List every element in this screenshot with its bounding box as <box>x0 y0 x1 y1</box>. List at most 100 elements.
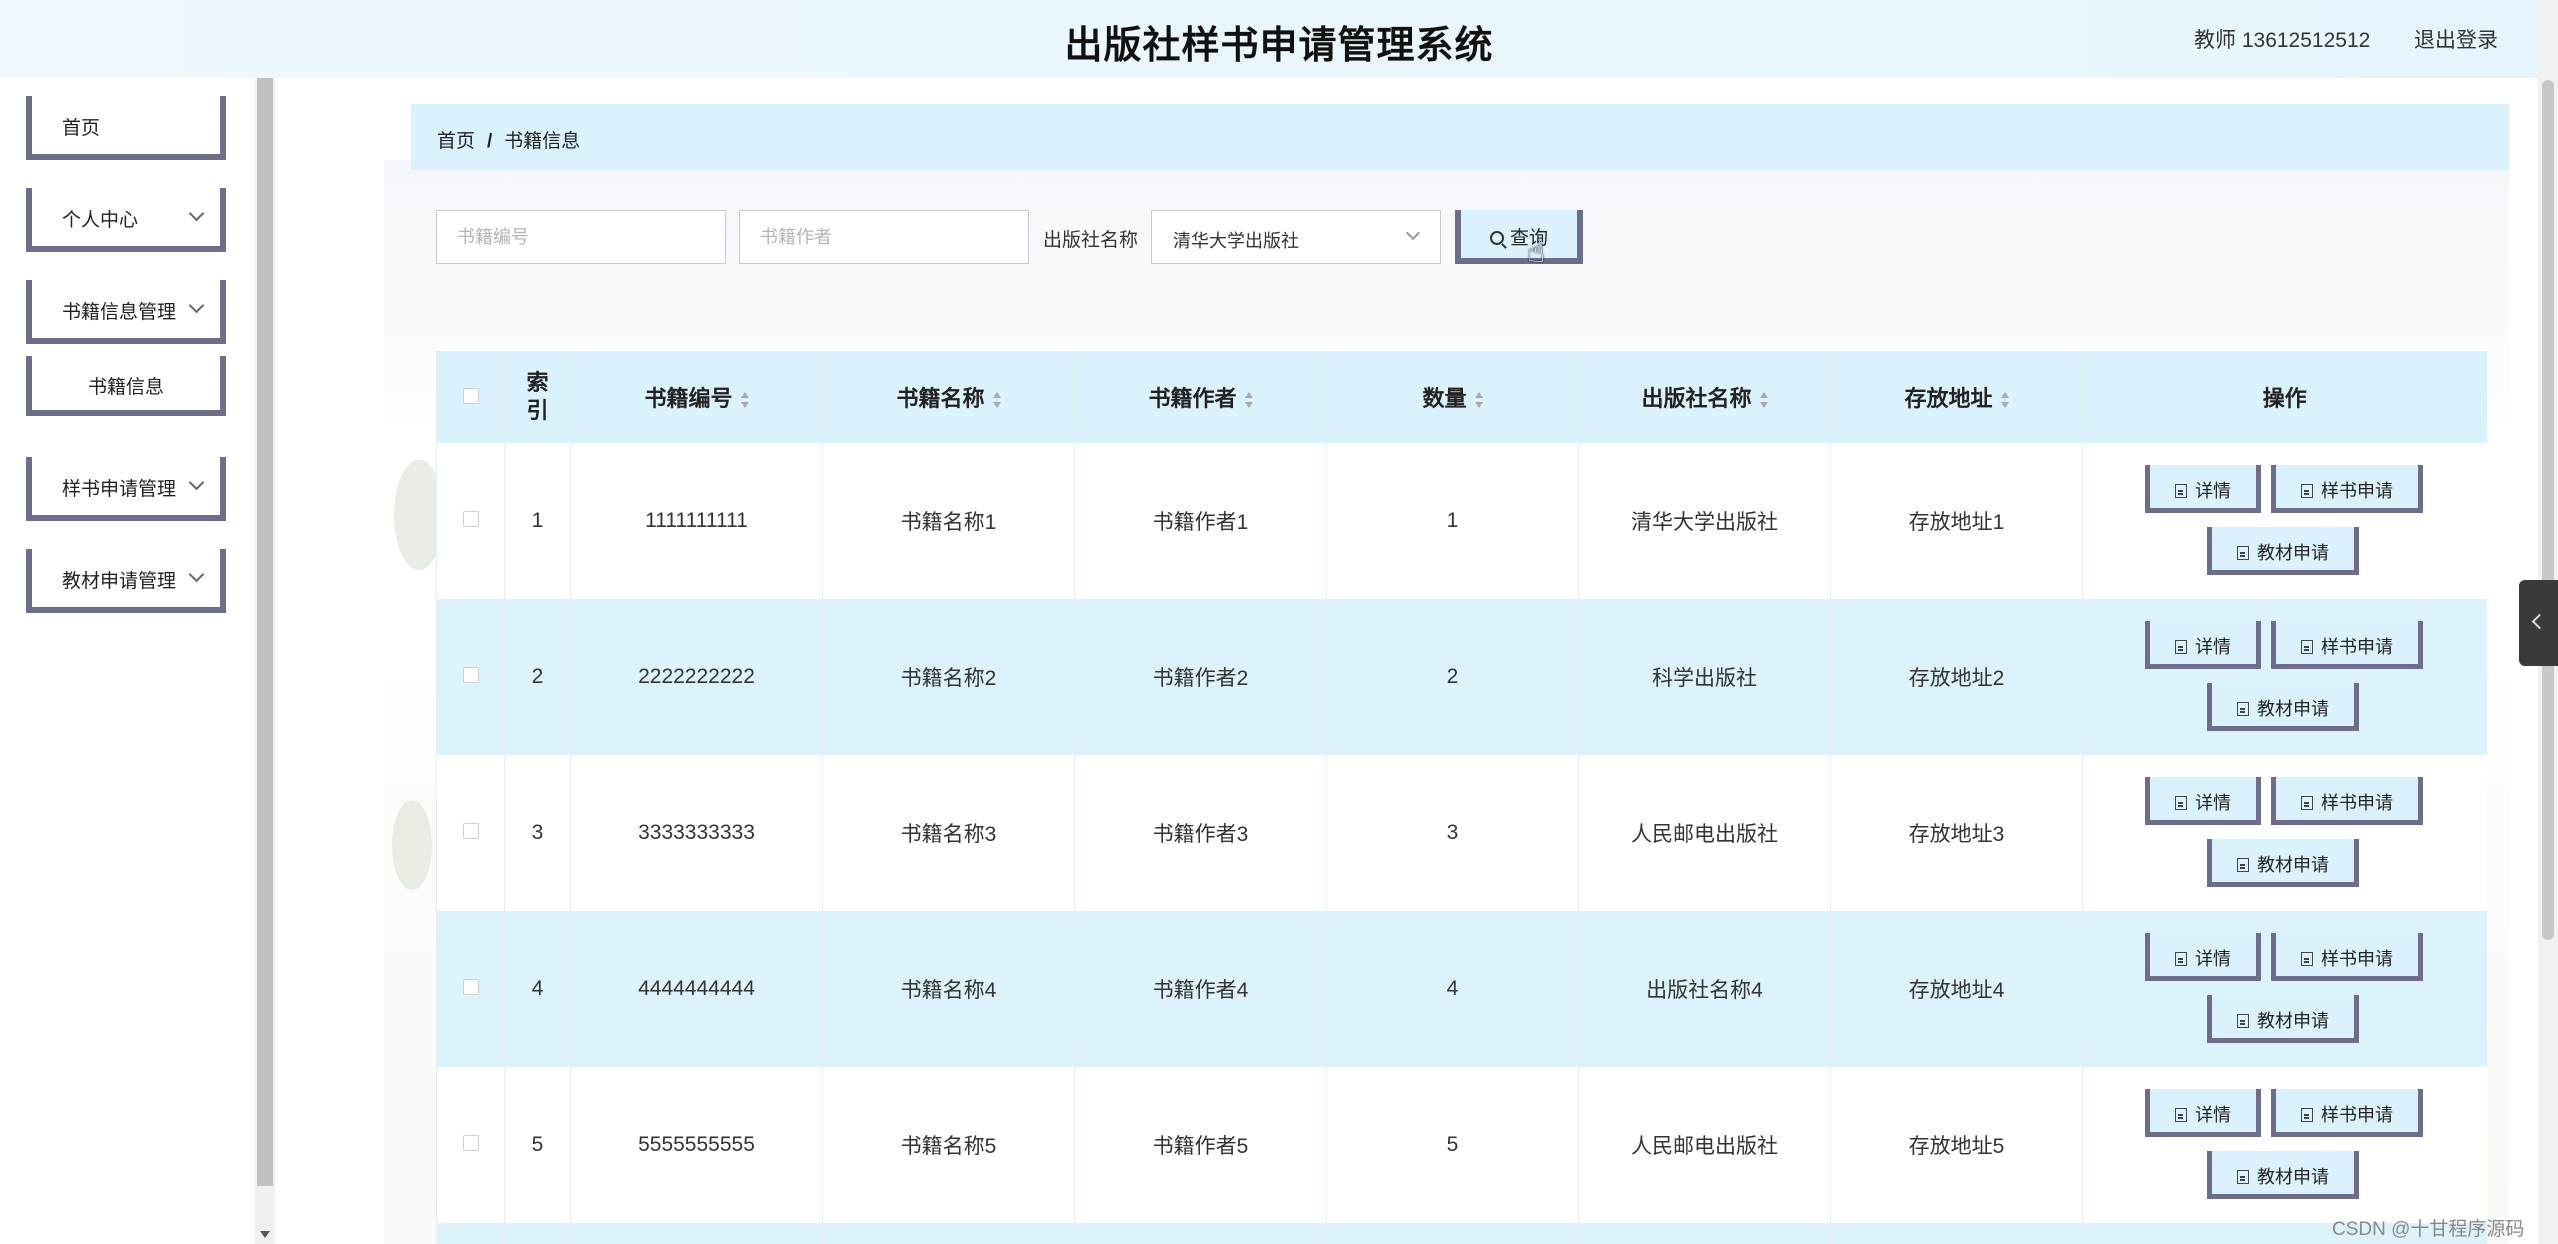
textbook-apply-button[interactable]: 教材申请 <box>2207 995 2359 1043</box>
row-checkbox[interactable] <box>462 667 479 683</box>
sample-apply-button[interactable]: 样书申请 <box>2271 933 2423 981</box>
sort-icon[interactable] <box>2000 392 2009 409</box>
textbook-apply-button-label: 教材申请 <box>2257 1167 2329 1187</box>
chevron-down-icon <box>188 474 205 491</box>
book-code-input[interactable] <box>436 210 726 264</box>
cell-location: 存放地址2 <box>1830 599 2083 755</box>
table-row: 1 1111111111 书籍名称1 书籍作者1 1 清华大学出版社 存放地址1… <box>436 443 2487 599</box>
header-code[interactable]: 书籍编号 <box>570 351 823 443</box>
sort-icon[interactable] <box>740 392 749 409</box>
sidebar-item-label: 教材申请管理 <box>62 571 177 592</box>
header-publisher[interactable]: 出版社名称 <box>1578 351 1831 443</box>
sidebar-scrollbar[interactable] <box>255 78 275 1244</box>
document-icon <box>2301 484 2313 498</box>
document-icon <box>2301 952 2313 966</box>
sort-icon[interactable] <box>992 392 1001 409</box>
detail-button[interactable]: 详情 <box>2145 933 2261 981</box>
top-header: 出版社样书申请管理系统 教师 13612512512 退出登录 <box>0 0 2558 78</box>
cut-cell <box>570 1223 823 1244</box>
row-checkbox[interactable] <box>462 511 479 527</box>
select-all-checkbox[interactable] <box>462 388 479 404</box>
chevron-down-icon <box>188 205 205 222</box>
header-location[interactable]: 存放地址 <box>1830 351 2083 443</box>
cell-code: 3333333333 <box>570 755 823 911</box>
sidebar-item-label: 书籍信息管理 <box>62 302 177 323</box>
row-checkbox[interactable] <box>462 1135 479 1151</box>
row-select-cell <box>436 1067 505 1223</box>
document-icon <box>2175 640 2187 654</box>
cut-cell <box>1326 1223 1579 1244</box>
row-select-cell <box>436 599 505 755</box>
header-name[interactable]: 书籍名称 <box>822 351 1075 443</box>
header-qty-label: 数量 <box>1422 386 1467 411</box>
cell-index: 3 <box>504 755 571 911</box>
sidebar-item-sample-application[interactable]: 样书申请管理 <box>26 457 226 521</box>
current-user: 教师 13612512512 <box>2194 29 2371 52</box>
document-icon <box>2301 1108 2313 1122</box>
cell-index: 2 <box>504 599 571 755</box>
textbook-apply-button[interactable]: 教材申请 <box>2207 839 2359 887</box>
cell-ops: 详情 样书申请 教材申请 <box>2082 443 2487 599</box>
header-author[interactable]: 书籍作者 <box>1074 351 1327 443</box>
sidebar-item-textbook-application[interactable]: 教材申请管理 <box>26 549 226 613</box>
chevron-left-icon <box>2531 613 2548 630</box>
textbook-apply-button[interactable]: 教材申请 <box>2207 527 2359 575</box>
sample-apply-button[interactable]: 样书申请 <box>2271 1089 2423 1137</box>
cell-publisher: 清华大学出版社 <box>1578 443 1831 599</box>
sample-apply-button[interactable]: 样书申请 <box>2271 777 2423 825</box>
sidebar-subitem-book-info[interactable]: 书籍信息 <box>26 356 226 416</box>
header-ops: 操作 <box>2082 351 2487 443</box>
page-scroll-thumb[interactable] <box>2542 80 2554 940</box>
sidebar-item-label: 首页 <box>62 118 101 139</box>
sort-icon[interactable] <box>1759 392 1768 409</box>
logout-link[interactable]: 退出登录 <box>2414 24 2498 54</box>
textbook-apply-button[interactable]: 教材申请 <box>2207 1151 2359 1199</box>
cell-code: 1111111111 <box>570 443 823 599</box>
publisher-select-value: 清华大学出版社 <box>1173 231 1299 251</box>
sidebar-item-book-management[interactable]: 书籍信息管理 <box>26 280 226 344</box>
document-icon <box>2175 484 2187 498</box>
header-qty[interactable]: 数量 <box>1326 351 1579 443</box>
detail-button-label: 详情 <box>2195 481 2231 501</box>
sidebar-scroll-thumb[interactable] <box>257 78 273 1186</box>
document-icon <box>2301 640 2313 654</box>
sample-apply-button[interactable]: 样书申请 <box>2271 465 2423 513</box>
scroll-down-arrow-icon[interactable] <box>260 1231 270 1238</box>
sort-icon[interactable] <box>1244 392 1253 409</box>
detail-button[interactable]: 详情 <box>2145 1089 2261 1137</box>
book-author-input[interactable] <box>739 210 1029 264</box>
row-actions: 详情 样书申请 教材申请 <box>2083 755 2487 911</box>
cell-code: 4444444444 <box>570 911 823 1067</box>
breadcrumb-home[interactable]: 首页 <box>437 131 475 152</box>
header-ops-label: 操作 <box>2262 386 2307 411</box>
textbook-apply-button[interactable]: 教材申请 <box>2207 683 2359 731</box>
breadcrumb: 首页 / 书籍信息 <box>411 104 2509 170</box>
detail-button[interactable]: 详情 <box>2145 465 2261 513</box>
table-row: 3 3333333333 书籍名称3 书籍作者3 3 人民邮电出版社 存放地址3… <box>436 755 2487 911</box>
cell-name: 书籍名称5 <box>822 1067 1075 1223</box>
query-button[interactable]: 查询 <box>1455 210 1583 264</box>
row-checkbox[interactable] <box>462 979 479 995</box>
cell-name: 书籍名称2 <box>822 599 1075 755</box>
detail-button[interactable]: 详情 <box>2145 777 2261 825</box>
sidebar-item-personal-center[interactable]: 个人中心 <box>26 188 226 252</box>
sidebar-item-home[interactable]: 首页 <box>26 96 226 160</box>
sample-apply-button[interactable]: 样书申请 <box>2271 621 2423 669</box>
table-row: 5 5555555555 书籍名称5 书籍作者5 5 人民邮电出版社 存放地址5… <box>436 1067 2487 1223</box>
detail-button[interactable]: 详情 <box>2145 621 2261 669</box>
row-actions: 详情 样书申请 教材申请 <box>2083 1067 2487 1223</box>
cell-publisher: 人民邮电出版社 <box>1578 755 1831 911</box>
collapse-panel-button[interactable] <box>2519 580 2558 666</box>
table-row: 2 2222222222 书籍名称2 书籍作者2 2 科学出版社 存放地址2 详… <box>436 599 2487 755</box>
row-checkbox[interactable] <box>462 823 479 839</box>
book-table: 索引 书籍编号 书籍名称 书籍作者 数量 出版社名称 存放地址 操作 1 111… <box>436 351 2487 1244</box>
publisher-select[interactable]: 清华大学出版社 <box>1151 210 1441 264</box>
sort-icon[interactable] <box>1474 392 1483 409</box>
row-select-cell <box>436 911 505 1067</box>
cell-name: 书籍名称3 <box>822 755 1075 911</box>
cell-ops: 详情 样书申请 教材申请 <box>2082 599 2487 755</box>
header-publisher-label: 出版社名称 <box>1641 386 1752 411</box>
cell-publisher: 人民邮电出版社 <box>1578 1067 1831 1223</box>
cell-ops: 详情 样书申请 教材申请 <box>2082 755 2487 911</box>
cell-index: 4 <box>504 911 571 1067</box>
